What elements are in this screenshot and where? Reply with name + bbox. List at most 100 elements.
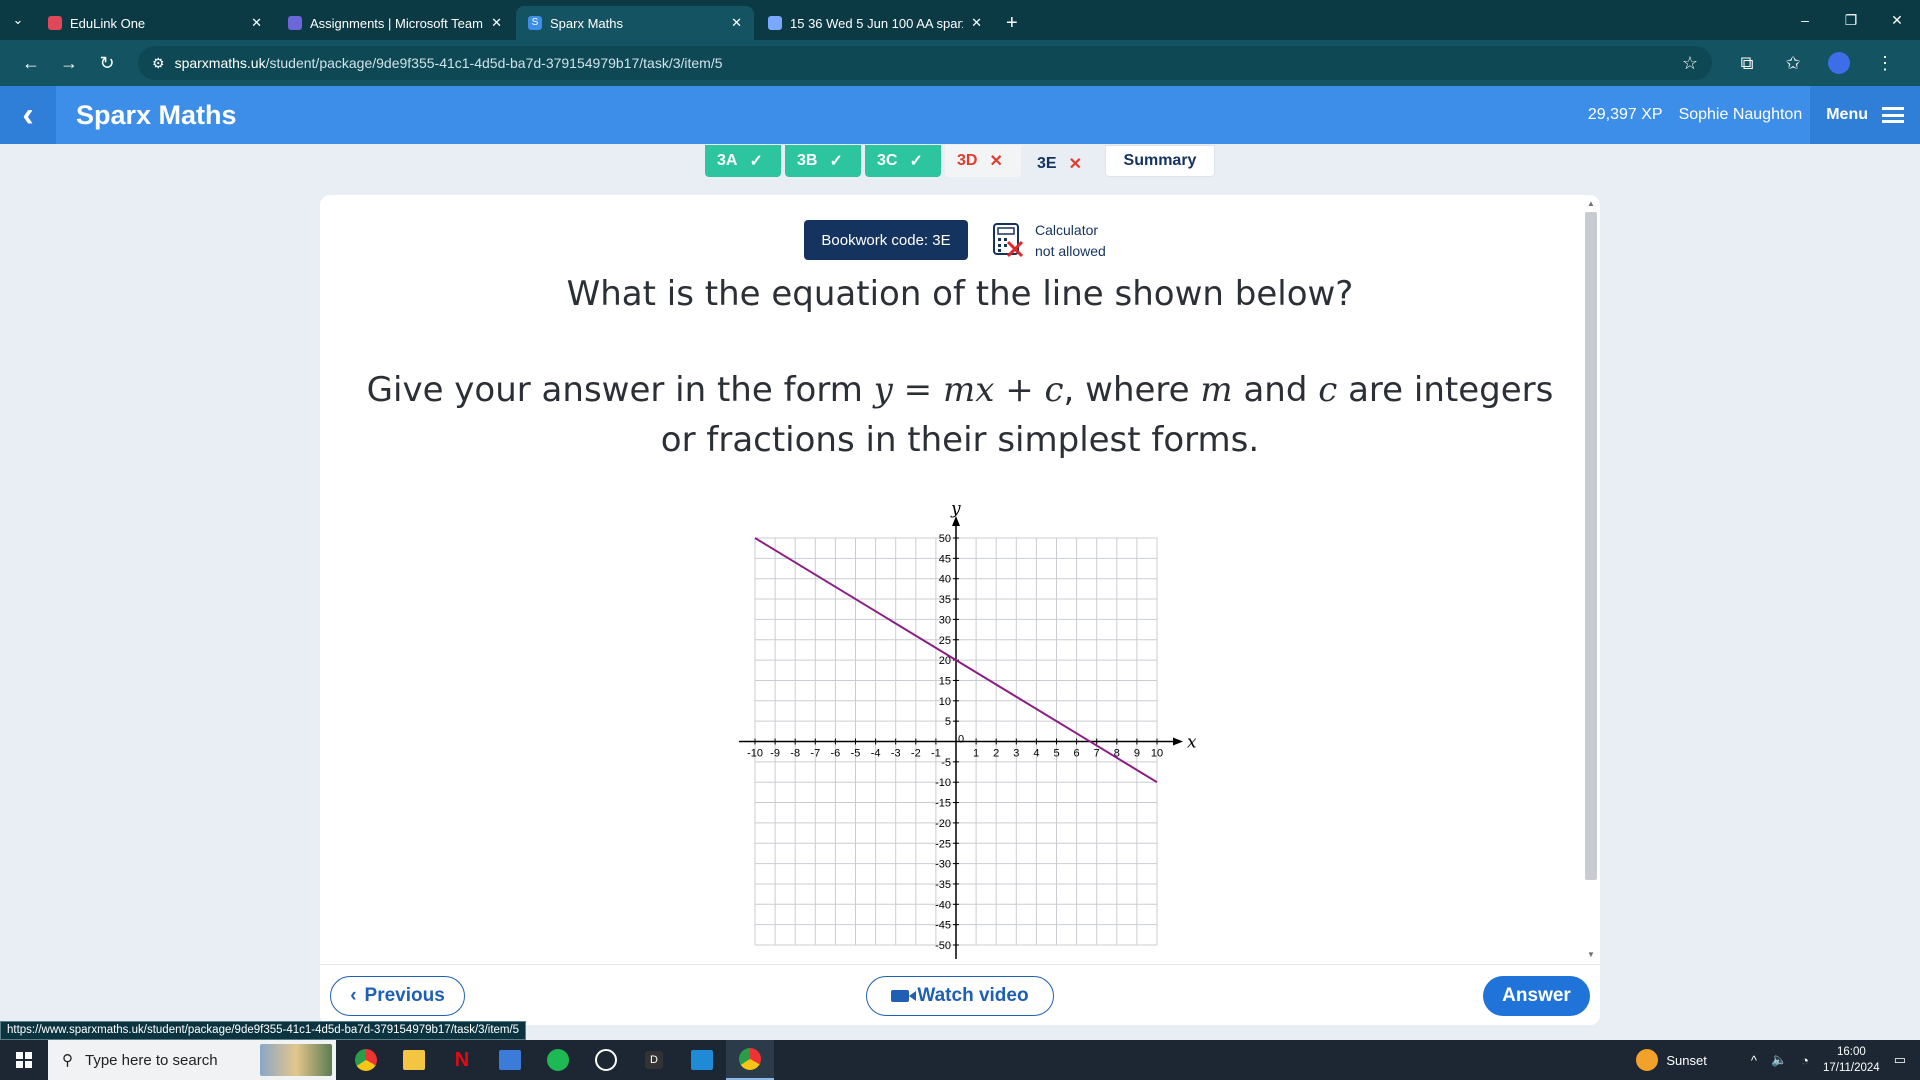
reload-icon[interactable]: ↻: [88, 53, 126, 74]
check-icon: ✓: [749, 153, 763, 170]
prime-video-icon[interactable]: [678, 1040, 726, 1080]
brand-title[interactable]: Sparx Maths: [76, 100, 237, 131]
card-divider: [320, 964, 1600, 965]
x-tick-label: 1: [973, 748, 979, 760]
chrome-app-icon[interactable]: [342, 1040, 390, 1080]
taskbar-search[interactable]: ⚲ Type here to search: [48, 1040, 336, 1080]
instr-part-d: are integers: [1337, 370, 1554, 410]
favorites-icon[interactable]: ✩: [1770, 53, 1816, 74]
task-tab-label: Summary: [1123, 152, 1197, 169]
scroll-up-icon[interactable]: ▲: [1586, 199, 1596, 208]
browser-tab[interactable]: EduLink One ✕: [36, 6, 274, 40]
check-icon: ✓: [829, 153, 843, 170]
y-tick-label: 15: [939, 675, 951, 687]
clock[interactable]: 16:00 17/11/2024: [1823, 1044, 1880, 1076]
back-chevron-button[interactable]: ‹: [0, 86, 56, 144]
browser-tab[interactable]: S Sparx Maths ✕: [516, 6, 754, 40]
back-arrow-icon[interactable]: ←: [12, 53, 50, 74]
previous-button[interactable]: ‹ Previous: [330, 976, 465, 1016]
task-tab-3e[interactable]: 3E ✕: [1025, 145, 1101, 183]
x-tick-label: -6: [831, 748, 841, 760]
menu-button[interactable]: Menu: [1810, 86, 1920, 144]
scroll-down-icon[interactable]: ▼: [1586, 950, 1596, 959]
y-tick-label: -25: [935, 838, 951, 850]
store-icon[interactable]: [486, 1040, 534, 1080]
address-bar[interactable]: ⚙ sparxmaths.uk/student/package/9de9f355…: [138, 46, 1712, 80]
extensions-icon[interactable]: ⧉: [1724, 53, 1770, 74]
y-tick-label: 30: [939, 614, 951, 626]
tab-search-dropdown-icon[interactable]: ⌄: [0, 0, 36, 40]
netflix-icon[interactable]: N: [438, 1040, 486, 1080]
task-tab-3d[interactable]: 3D ✕: [945, 145, 1021, 177]
x-tick-label: -9: [770, 748, 780, 760]
bookmark-star-icon[interactable]: ☆: [1682, 53, 1698, 74]
y-tick-label: 50: [939, 533, 951, 545]
site-info-icon[interactable]: ⚙: [152, 55, 165, 72]
task-tab-3a[interactable]: 3A ✓: [705, 145, 781, 177]
url-host: sparxmaths.uk: [174, 55, 266, 71]
minimize-icon[interactable]: –: [1782, 0, 1828, 40]
whatsapp-icon[interactable]: [582, 1040, 630, 1080]
browser-menu-icon[interactable]: ⋮: [1862, 53, 1908, 74]
x-tick-label: -4: [871, 748, 881, 760]
tab-close-icon[interactable]: ✕: [491, 15, 502, 31]
clock-date: 17/11/2024: [1823, 1062, 1880, 1074]
search-placeholder: Type here to search: [85, 1051, 218, 1069]
task-tab-summary[interactable]: Summary: [1105, 145, 1215, 177]
spotify-icon[interactable]: [534, 1040, 582, 1080]
chrome-active-icon[interactable]: [726, 1040, 774, 1080]
task-tab-label: 3A: [717, 152, 738, 169]
network-icon[interactable]: ◔: [1801, 1053, 1809, 1068]
window-controls: – ❐ ✕: [1782, 0, 1920, 40]
watch-video-label: Watch video: [917, 985, 1029, 1006]
line-graph: -10 -9 -8 -7 -6 -5 -4 -3 -2 -1 1 2 3 4 5 6 7 8 9 1050454035…: [739, 500, 1197, 959]
task-tab-3b[interactable]: 3B ✓: [785, 145, 861, 177]
answer-label: Answer: [1502, 985, 1571, 1006]
tab-title: Assignments | Microsoft Teams: [310, 15, 484, 31]
browser-tab[interactable]: Assignments | Microsoft Teams ✕: [276, 6, 514, 40]
new-tab-button[interactable]: +: [996, 6, 1028, 40]
tab-close-icon[interactable]: ✕: [731, 15, 742, 31]
y-tick-label: 10: [939, 696, 951, 708]
tab-title: 15 36 Wed 5 Jun 100 AA sparx: [790, 15, 964, 31]
cross-icon: ✕: [1068, 156, 1082, 173]
instr-formula: y = mx + c: [873, 370, 1064, 410]
file-explorer-icon[interactable]: [390, 1040, 438, 1080]
sunset-icon: [1636, 1049, 1659, 1071]
y-axis-label: y: [950, 500, 961, 519]
x-tick-label: 6: [1074, 748, 1080, 760]
forward-arrow-icon[interactable]: →: [50, 53, 88, 74]
y-tick-label: -30: [935, 859, 951, 871]
calculator-not-allowed-icon: [993, 223, 1024, 258]
start-button[interactable]: [0, 1040, 48, 1080]
watch-video-button[interactable]: Watch video: [866, 976, 1054, 1016]
status-url-tooltip: https://www.sparxmaths.uk/student/packag…: [0, 1021, 527, 1040]
check-icon: ✓: [909, 153, 923, 170]
instr-part-c: and: [1232, 370, 1319, 410]
tab-favicon-icon: S: [528, 16, 542, 30]
answer-button[interactable]: Answer: [1483, 976, 1590, 1016]
tab-close-icon[interactable]: ✕: [971, 15, 982, 31]
d-app-icon[interactable]: D: [630, 1040, 678, 1080]
cross-icon: ✕: [989, 153, 1003, 170]
origin-label: 0: [958, 734, 964, 746]
notifications-icon[interactable]: ▭: [1894, 1052, 1906, 1068]
y-tick-label: 25: [939, 635, 951, 647]
volume-icon[interactable]: 🔈: [1771, 1052, 1787, 1068]
tray-chevron-icon[interactable]: ^: [1751, 1053, 1757, 1068]
browser-tab[interactable]: 15 36 Wed 5 Jun 100 AA sparx ✕: [756, 6, 994, 40]
restore-icon[interactable]: ❐: [1828, 0, 1874, 40]
instr-c: c: [1318, 370, 1338, 410]
x-tick-label: 3: [1013, 748, 1019, 760]
task-tab-label: 3E: [1037, 155, 1057, 172]
weather-widget[interactable]: Sunset: [1636, 1049, 1707, 1071]
x-tick-label: 2: [993, 748, 999, 760]
close-window-icon[interactable]: ✕: [1874, 0, 1920, 40]
x-tick-label: 5: [1053, 748, 1059, 760]
tab-close-icon[interactable]: ✕: [251, 15, 262, 31]
task-tab-3c[interactable]: 3C ✓: [865, 145, 941, 177]
profile-avatar[interactable]: [1828, 52, 1850, 74]
calculator-line1: Calculator: [1035, 222, 1099, 238]
clock-time: 16:00: [1836, 1046, 1866, 1058]
menu-label: Menu: [1826, 106, 1868, 123]
